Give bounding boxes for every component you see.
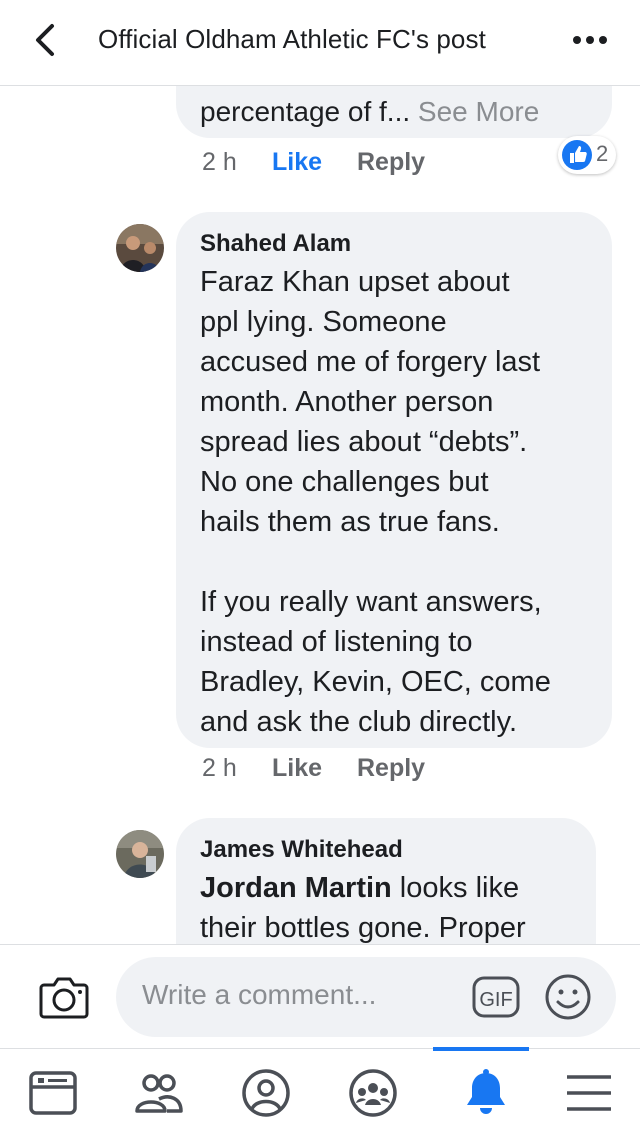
chevron-left-icon: [36, 24, 54, 56]
comment-bubble: James Whitehead Jordan Martin looks like…: [176, 818, 596, 944]
reaction-count-badge[interactable]: 2: [558, 136, 616, 174]
camera-icon: [39, 977, 89, 1019]
comment-line: Jordan Martin looks like: [200, 868, 590, 908]
sticker-button[interactable]: [544, 973, 592, 1021]
comment-line: spread lies about “debts”.: [200, 426, 528, 458]
comment-time: 2 h: [202, 148, 237, 176]
comment-text-segment: looks like: [391, 872, 520, 904]
tab-news-feed[interactable]: [0, 1049, 106, 1136]
comment-input-placeholder: Write a comment...: [142, 979, 377, 1010]
comment-author[interactable]: James Whitehead: [200, 836, 403, 864]
comment-line: ppl lying. Someone: [200, 306, 447, 338]
gif-label: GIF: [479, 989, 512, 1011]
tab-friends[interactable]: [106, 1049, 212, 1136]
comment-author[interactable]: Shahed Alam: [200, 230, 351, 258]
avatar-image: [116, 224, 164, 272]
like-button[interactable]: Like: [272, 148, 322, 177]
comment-line: instead of listening to: [200, 626, 473, 658]
comment-line: Faraz Khan upset about: [200, 266, 510, 298]
comment-bubble: percentage of f... See More: [176, 86, 612, 138]
comment-line: hails them as true fans.: [200, 506, 500, 538]
back-button[interactable]: [28, 22, 64, 58]
notifications-bell-icon: [467, 1069, 505, 1114]
comment-text: Faraz Khan upset about ppl lying. Someon…: [200, 262, 600, 742]
like-reaction-icon: [562, 140, 592, 170]
avatar[interactable]: [116, 224, 164, 272]
comment-line: [200, 542, 600, 582]
more-options-button[interactable]: [570, 28, 614, 52]
comment-time: 2 h: [202, 754, 237, 782]
comment-line: If you really want answers,: [200, 586, 542, 618]
news-feed-icon: [29, 1071, 77, 1115]
camera-button[interactable]: [38, 973, 90, 1021]
avatar[interactable]: [116, 830, 164, 878]
comment-input[interactable]: Write a comment... GIF: [116, 957, 616, 1037]
see-more-link[interactable]: See More: [418, 96, 539, 127]
comment-line: Bradley, Kevin, OEC, come: [200, 666, 551, 698]
profile-icon: [242, 1069, 290, 1117]
mention-link[interactable]: Jordan Martin: [200, 872, 392, 904]
header-bar: Official Oldham Athletic FC's post: [0, 0, 640, 86]
reply-button[interactable]: Reply: [357, 754, 425, 783]
gif-icon: GIF: [472, 976, 520, 1018]
bottom-tab-bar: [0, 1047, 640, 1136]
comment-text: Jordan Martin looks like their bottles g…: [200, 868, 590, 944]
comment-composer: Write a comment... GIF: [0, 944, 640, 1048]
tab-groups[interactable]: [320, 1049, 426, 1136]
like-button[interactable]: Like: [272, 754, 322, 783]
tab-menu[interactable]: [536, 1049, 640, 1136]
tab-notifications[interactable]: [433, 1047, 539, 1136]
comment-line: No one challenges but: [200, 466, 489, 498]
gif-button[interactable]: GIF: [472, 976, 520, 1018]
more-dots-icon: [573, 36, 607, 44]
tab-profile[interactable]: [213, 1049, 319, 1136]
comment-line: their bottles gone. Proper: [200, 912, 526, 944]
comment-line: and ask the club directly.: [200, 706, 518, 738]
groups-icon: [349, 1069, 397, 1117]
reply-button[interactable]: Reply: [357, 148, 425, 177]
friends-icon: [135, 1074, 183, 1113]
comment-bubble: Shahed Alam Faraz Khan upset about ppl l…: [176, 212, 612, 748]
smiley-icon: [545, 974, 591, 1020]
reaction-count: 2: [596, 141, 609, 166]
page-title: Official Oldham Athletic FC's post: [98, 24, 486, 54]
comment-text: percentage of f... See More: [200, 96, 539, 128]
comment-text-partial: percentage of f...: [200, 96, 411, 127]
avatar-image: [116, 830, 164, 878]
comments-feed[interactable]: percentage of f... See More 2 h Like Rep…: [0, 86, 640, 944]
comment-line: accused me of forgery last: [200, 346, 541, 378]
comment-line: month. Another person: [200, 386, 494, 418]
menu-icon: [567, 1075, 611, 1111]
